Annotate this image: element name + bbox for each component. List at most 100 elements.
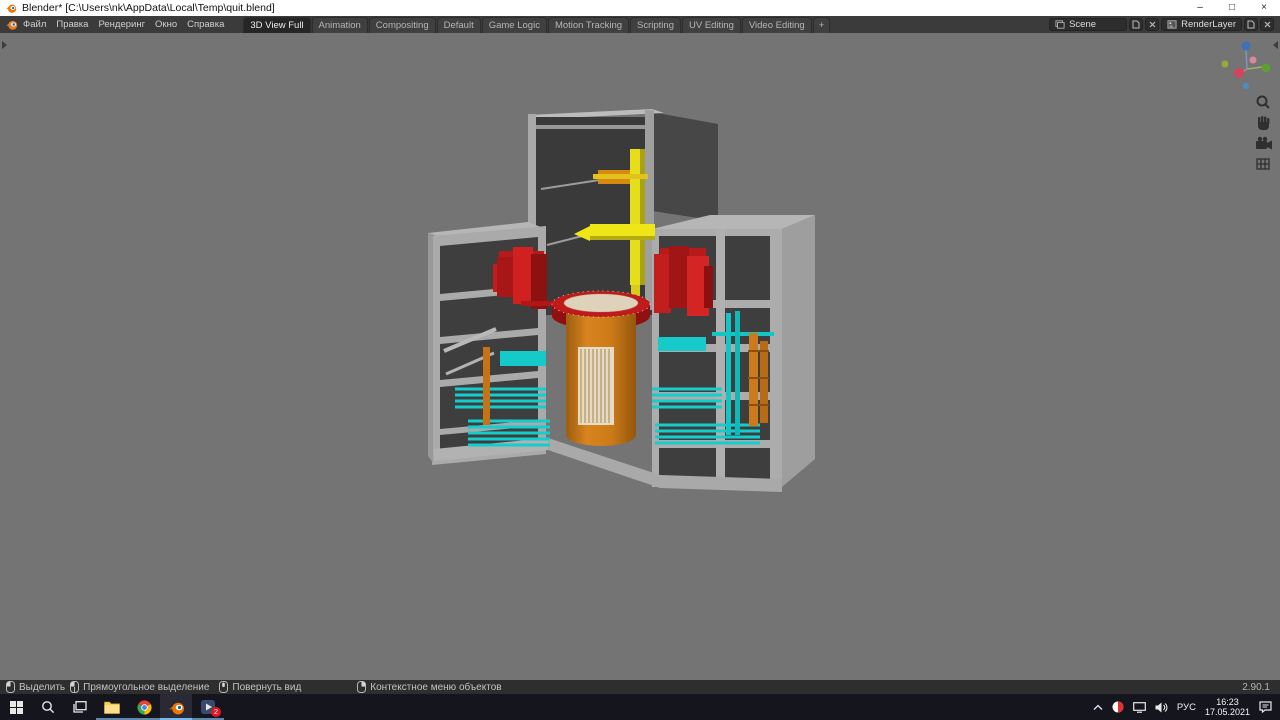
scene-browse-icon (1055, 20, 1065, 29)
sidebar-expand-arrow[interactable] (1273, 41, 1278, 49)
task-view-button[interactable] (64, 694, 96, 720)
window-titlebar[interactable]: Blender* [C:\Users\nk\AppData\Local\Temp… (0, 0, 1280, 16)
gizmo-neg-z-axis[interactable] (1243, 83, 1249, 89)
close-button[interactable]: × (1248, 0, 1280, 16)
blender-menu-icon[interactable] (5, 18, 18, 31)
maximize-button[interactable]: □ (1216, 0, 1248, 16)
new-renderlayer-button[interactable] (1244, 18, 1258, 31)
status-select-label: Выделить (19, 681, 66, 693)
new-scene-button[interactable] (1129, 18, 1144, 31)
status-hint-box-select: Прямоугольное выделение (70, 681, 209, 693)
window-title: Blender* [C:\Users\nk\AppData\Local\Temp… (22, 2, 275, 14)
menu-window[interactable]: Окно (150, 19, 182, 30)
camera-view-icon[interactable] (1256, 136, 1272, 150)
add-workspace-tab-button[interactable]: + (812, 17, 831, 33)
language-indicator[interactable]: РУС (1177, 702, 1196, 713)
scene-selector[interactable]: Scene (1049, 18, 1128, 31)
gizmo-x-axis[interactable] (1234, 68, 1244, 78)
new-renderlayer-icon (1247, 20, 1255, 29)
render-layer-value: RenderLayer (1181, 19, 1236, 30)
blender-taskbar-button[interactable] (160, 694, 192, 720)
file-explorer-button[interactable] (96, 694, 128, 720)
tray-expand-chevron[interactable] (1093, 704, 1103, 711)
menu-edit[interactable]: Правка (51, 19, 93, 30)
gizmo-y-axis[interactable] (1261, 63, 1271, 73)
navigation-gizmo[interactable] (1221, 41, 1271, 90)
blender-app-icon (5, 4, 17, 13)
unlink-scene-button[interactable] (1145, 18, 1160, 31)
tab-animation[interactable]: Animation (311, 17, 368, 33)
tab-motion-tracking[interactable]: Motion Tracking (547, 17, 630, 33)
task-view-icon (73, 701, 87, 713)
tab-video-editing[interactable]: Video Editing (741, 17, 812, 33)
clock-date: 17.05.2021 (1204, 707, 1250, 717)
unlink-scene-icon (1149, 21, 1156, 28)
status-box-select-label: Прямоугольное выделение (83, 681, 210, 693)
tab-scripting[interactable]: Scripting (630, 17, 681, 33)
action-center-icon[interactable] (1259, 701, 1272, 713)
tab-uv-editing[interactable]: UV Editing (681, 17, 741, 33)
reactor-building-model (428, 109, 815, 492)
scene-render-settings: Scene RenderLayer (1049, 18, 1280, 31)
speaker-icon (1155, 702, 1168, 712)
window-controls: – □ × (1184, 0, 1280, 16)
ortho-grid-icon[interactable] (1256, 158, 1270, 170)
menu-render[interactable]: Рендеринг (93, 19, 150, 30)
windows-taskbar: 2 РУС 16:23 17.05.2021 (0, 694, 1280, 720)
chrome-icon (136, 699, 152, 715)
status-rotate-view-label: Повернуть вид (232, 681, 302, 693)
toolbar-expand-arrow[interactable] (2, 41, 7, 49)
start-button[interactable] (0, 694, 32, 720)
minimize-button[interactable]: – (1184, 0, 1216, 16)
statusbar: Выделить Прямоугольное выделение Поверну… (0, 680, 1280, 694)
tab-3d-view-full[interactable]: 3D View Full (243, 17, 311, 33)
unlink-renderlayer-icon (1264, 21, 1270, 28)
chevron-up-icon (1093, 704, 1103, 710)
3d-viewport[interactable] (0, 33, 1280, 680)
windows-logo-icon (9, 700, 23, 714)
monitor-icon (1133, 701, 1146, 713)
notification-center-icon (1259, 701, 1272, 713)
mouse-left-icon (6, 681, 15, 693)
workspace-tabs: 3D View Full Animation Compositing Defau… (243, 16, 831, 33)
pan-hand-icon[interactable] (1258, 116, 1270, 130)
blender-taskbar-icon (168, 702, 184, 714)
tab-default[interactable]: Default (436, 17, 481, 33)
clock[interactable]: 16:23 17.05.2021 (1205, 697, 1250, 718)
gizmo-neg-y-axis[interactable] (1221, 60, 1229, 68)
mouse-drag-icon (70, 681, 80, 693)
scene-selector-value: Scene (1069, 19, 1097, 30)
chrome-button[interactable] (128, 694, 160, 720)
volume-icon[interactable] (1155, 702, 1168, 713)
render-layer-icon (1167, 20, 1177, 29)
3d-viewport-canvas[interactable] (0, 33, 1280, 680)
mouse-right-icon (357, 681, 367, 693)
render-layer-selector[interactable]: RenderLayer (1161, 18, 1242, 31)
unlink-renderlayer-button[interactable] (1260, 18, 1274, 31)
mouse-middle-icon (219, 681, 229, 693)
menu-help[interactable]: Справка (182, 19, 229, 30)
status-hint-context-menu: Контекстное меню объектов (357, 681, 502, 693)
gizmo-z-axis[interactable] (1241, 41, 1251, 51)
gizmo-neg-x-axis[interactable] (1249, 56, 1257, 64)
blender-version: 2.90.1 (1242, 681, 1270, 693)
zoom-icon[interactable] (1256, 95, 1270, 109)
status-hint-rotate-view: Повернуть вид (219, 681, 301, 693)
network-icon[interactable] (1133, 701, 1146, 713)
search-button[interactable] (32, 694, 64, 720)
status-context-menu-label: Контекстное меню объектов (370, 681, 502, 693)
blender-topbar: Файл Правка Рендеринг Окно Справка 3D Vi… (0, 16, 1280, 33)
search-icon (42, 701, 55, 714)
status-hint-select: Выделить (6, 681, 65, 693)
tab-game-logic[interactable]: Game Logic (481, 17, 547, 33)
system-tray: РУС 16:23 17.05.2021 (1093, 697, 1280, 718)
notification-badge: 2 (211, 707, 221, 717)
browser-tray-icon (1112, 701, 1124, 713)
tray-app-icon[interactable] (1112, 701, 1124, 713)
media-app-button[interactable]: 2 (192, 694, 224, 720)
clock-time: 16:23 (1216, 696, 1239, 707)
menu-file[interactable]: Файл (18, 19, 51, 30)
tab-compositing[interactable]: Compositing (368, 17, 436, 33)
file-explorer-icon (104, 701, 120, 714)
new-scene-icon (1132, 20, 1140, 29)
